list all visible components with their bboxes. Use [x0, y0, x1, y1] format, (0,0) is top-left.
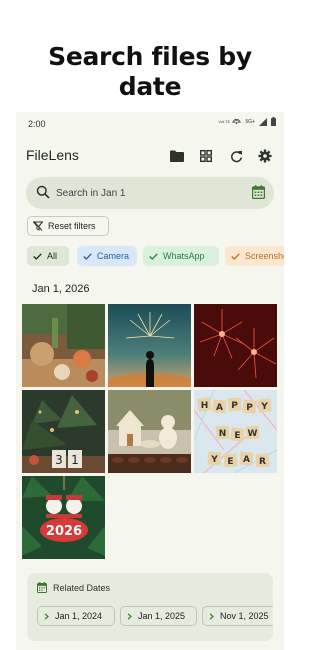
chevron-right-icon	[209, 612, 214, 620]
signal-icon	[259, 117, 267, 126]
svg-text:Y: Y	[210, 455, 218, 465]
svg-text:2026: 2026	[46, 524, 82, 539]
related-dates-title: Related Dates	[53, 582, 111, 593]
reset-filters-button[interactable]: Reset filters	[27, 216, 109, 236]
svg-text:W: W	[248, 429, 258, 439]
svg-text:Y: Y	[260, 402, 268, 412]
svg-text:E: E	[234, 431, 240, 441]
photo-thumbnail[interactable]	[194, 304, 277, 387]
related-dates-card: Related Dates Jan 1, 2024 Jan 1, 2025 No…	[27, 573, 273, 641]
status-bar: 2:00 VoLTE 5G+	[16, 112, 284, 136]
status-icons: VoLTE 5G+	[218, 117, 276, 126]
phone-screen: 2:00 VoLTE 5G+ FileLens Reset filters	[16, 112, 284, 650]
date-section-header: Jan 1, 2026	[32, 283, 90, 295]
chip-camera-label: Camera	[97, 251, 130, 261]
chip-all[interactable]: All	[27, 246, 69, 266]
chip-all-label: All	[47, 251, 58, 261]
svg-text:1: 1	[71, 453, 79, 467]
search-bar[interactable]	[26, 177, 274, 209]
svg-text:E: E	[227, 457, 233, 467]
grid-icon	[200, 150, 212, 162]
check-icon	[33, 252, 42, 260]
filter-off-icon	[33, 221, 43, 231]
volte-indicator: VoLTE	[218, 118, 231, 124]
chip-camera[interactable]: Camera	[77, 246, 137, 266]
promo-headline-line1: Search files by	[48, 42, 252, 71]
svg-text:N: N	[219, 429, 227, 439]
svg-text:H: H	[201, 401, 209, 411]
chip-whatsapp[interactable]: WhatsApp	[143, 246, 219, 266]
related-date-label: Nov 1, 2025	[220, 611, 269, 621]
related-date-chip[interactable]: Jan 1, 2025	[120, 606, 197, 626]
promo-headline-line2: date	[118, 72, 182, 101]
calendar-icon[interactable]	[252, 185, 265, 199]
svg-text:A: A	[243, 455, 250, 465]
svg-text:3: 3	[55, 453, 63, 467]
photo-thumbnail[interactable]	[108, 390, 191, 473]
chip-whatsapp-label: WhatsApp	[163, 251, 205, 261]
related-date-chip[interactable]: Jan 1, 2024	[37, 606, 115, 626]
photo-thumbnail[interactable]	[22, 304, 105, 387]
check-icon	[83, 252, 92, 260]
app-bar: FileLens	[16, 142, 284, 170]
folder-icon	[170, 150, 184, 162]
related-dates-header: Related Dates	[37, 582, 110, 593]
svg-text:P: P	[246, 403, 253, 413]
status-time: 2:00	[28, 119, 46, 129]
photo-thumbnail[interactable]: 3 1	[22, 390, 105, 473]
refresh-icon	[230, 150, 242, 162]
search-input[interactable]	[56, 184, 236, 202]
photo-thumbnail[interactable]	[108, 304, 191, 387]
gear-icon	[258, 149, 272, 163]
search-icon	[36, 185, 50, 199]
chip-screenshots-label: Screenshots	[244, 251, 284, 261]
related-date-chip[interactable]: Nov 1, 2025	[202, 606, 273, 626]
photo-thumbnail[interactable]: H A P P Y N E W Y E A R	[194, 390, 277, 473]
chevron-right-icon	[127, 612, 132, 620]
reset-filters-label: Reset filters	[48, 221, 96, 231]
chip-screenshots[interactable]: Screenshots	[225, 246, 284, 266]
svg-text:R: R	[259, 457, 266, 467]
network-type: 5G+	[245, 118, 255, 125]
calendar-icon	[37, 582, 47, 593]
svg-text:P: P	[231, 401, 238, 411]
related-date-label: Jan 1, 2025	[138, 611, 186, 621]
app-title: FileLens	[26, 147, 79, 163]
related-date-label: Jan 1, 2024	[55, 611, 103, 621]
svg-text:A: A	[216, 403, 223, 413]
hotspot-icon	[232, 118, 242, 124]
chevron-right-icon	[44, 612, 49, 620]
refresh-button[interactable]	[226, 146, 246, 166]
settings-button[interactable]	[255, 146, 275, 166]
photo-thumbnail[interactable]: 2026	[22, 476, 105, 559]
grid-view-button[interactable]	[196, 146, 216, 166]
folder-button[interactable]	[167, 146, 187, 166]
filter-chips: All Camera WhatsApp Screenshots	[27, 246, 284, 266]
check-icon	[149, 252, 158, 260]
promo-headline: Search files by date	[0, 42, 300, 102]
battery-icon	[271, 117, 276, 126]
check-icon	[231, 252, 240, 260]
